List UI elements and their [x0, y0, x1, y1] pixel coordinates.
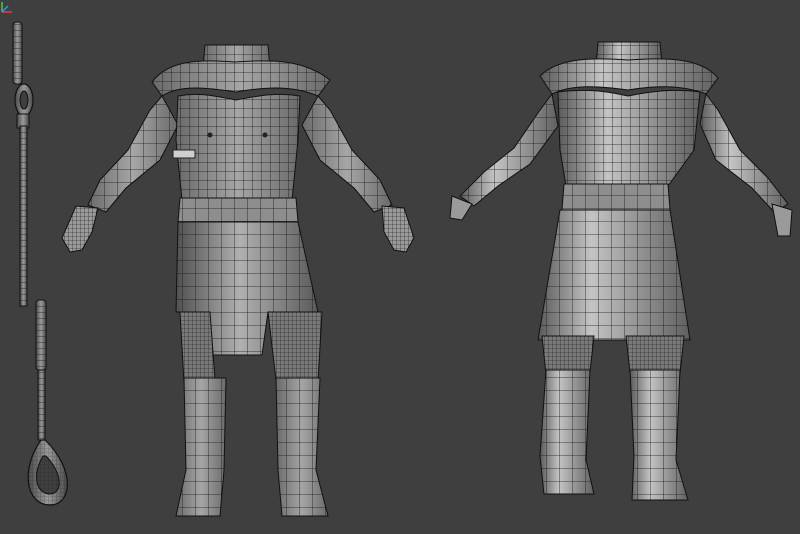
- 3d-viewport[interactable]: [0, 0, 800, 534]
- armor-back-model[interactable]: [449, 41, 793, 501]
- staff-model[interactable]: [12, 21, 68, 506]
- reference-plane: [172, 149, 196, 159]
- axis-gizmo-icon[interactable]: [0, 0, 14, 14]
- armor-front-model[interactable]: [61, 44, 415, 517]
- viewport-scene: [12, 21, 793, 517]
